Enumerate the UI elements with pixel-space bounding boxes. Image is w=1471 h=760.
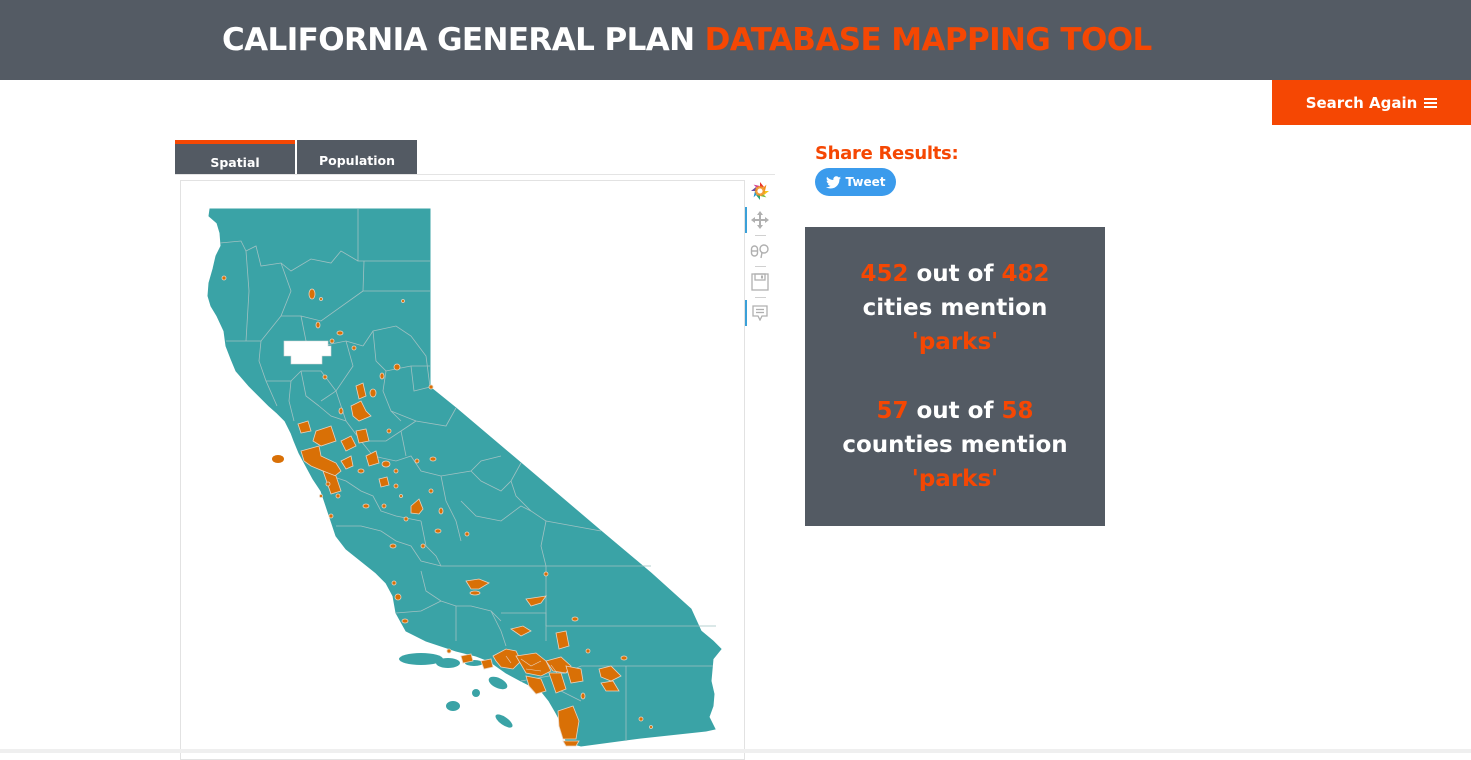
site-title: CALIFORNIA GENERAL PLAN DATABASE MAPPING… [222, 20, 1152, 60]
toolbar-separator [755, 297, 766, 298]
tab-population-label: Population [318, 152, 396, 168]
site-header: CALIFORNIA GENERAL PLAN DATABASE MAPPING… [0, 0, 1471, 80]
cities-count: 452 [860, 261, 909, 287]
twitter-bird-icon [825, 175, 841, 188]
plotly-logo-icon [751, 182, 769, 200]
cities-out-of: out of [916, 261, 994, 287]
counties-total: 58 [1001, 398, 1034, 424]
california-outline[interactable] [207, 208, 722, 747]
counties-label: counties mention [842, 432, 1068, 458]
cities-count-line: 452 out of 482 [805, 257, 1105, 291]
island-san-nicolas [446, 701, 460, 711]
counties-count-line: 57 out of 58 [805, 394, 1105, 428]
box-select-button[interactable] [745, 238, 775, 264]
cities-label: cities mention [862, 295, 1048, 321]
results-summary-panel: 452 out of 482 cities mention 'parks' 57… [805, 227, 1105, 526]
cities-total: 482 [1001, 261, 1050, 287]
tab-spatial-label: Spatial [210, 154, 260, 170]
save-icon [751, 273, 769, 291]
cities-stat: 452 out of 482 cities mention 'parks' [805, 257, 1105, 359]
island-catalina [488, 676, 508, 690]
island-santa-barbara [472, 689, 480, 697]
island-farallon [272, 455, 284, 463]
hover-info-button[interactable] [745, 300, 775, 326]
site-title-accent: DATABASE MAPPING TOOL [704, 22, 1153, 58]
tabs-divider [175, 174, 775, 175]
share-results-title: Share Results: [815, 143, 959, 164]
comment-icon [752, 305, 768, 321]
pan-icon [751, 211, 769, 229]
island-santa-cruz [436, 658, 460, 668]
tab-population[interactable]: Population [297, 140, 417, 174]
search-again-button[interactable]: Search Again [1272, 80, 1471, 125]
search-again-label: Search Again [1305, 93, 1418, 112]
counties-out-of: out of [916, 398, 994, 424]
cities-search-term: 'parks' [911, 329, 999, 355]
box-select-icon [750, 244, 769, 259]
counties-stat: 57 out of 58 counties mention 'parks' [805, 394, 1105, 496]
pan-button[interactable] [745, 207, 775, 233]
page-bottom-scroll-edge [0, 749, 1471, 753]
toolbar-separator [755, 266, 766, 267]
map-toolbar [745, 178, 775, 338]
counties-search-term: 'parks' [911, 466, 999, 492]
tweet-label: Tweet [845, 175, 886, 189]
plotly-logo-button[interactable] [745, 178, 775, 204]
island-san-clemente [495, 714, 513, 728]
tweet-button[interactable]: Tweet [815, 168, 896, 196]
california-map[interactable] [181, 181, 745, 760]
counties-count: 57 [876, 398, 909, 424]
save-image-button[interactable] [745, 269, 775, 295]
toolbar-separator [755, 235, 766, 236]
hamburger-menu-icon [1424, 97, 1438, 108]
map-panel[interactable] [180, 180, 745, 760]
tab-spatial[interactable]: Spatial [175, 140, 295, 174]
site-title-main: CALIFORNIA GENERAL PLAN [222, 22, 705, 58]
